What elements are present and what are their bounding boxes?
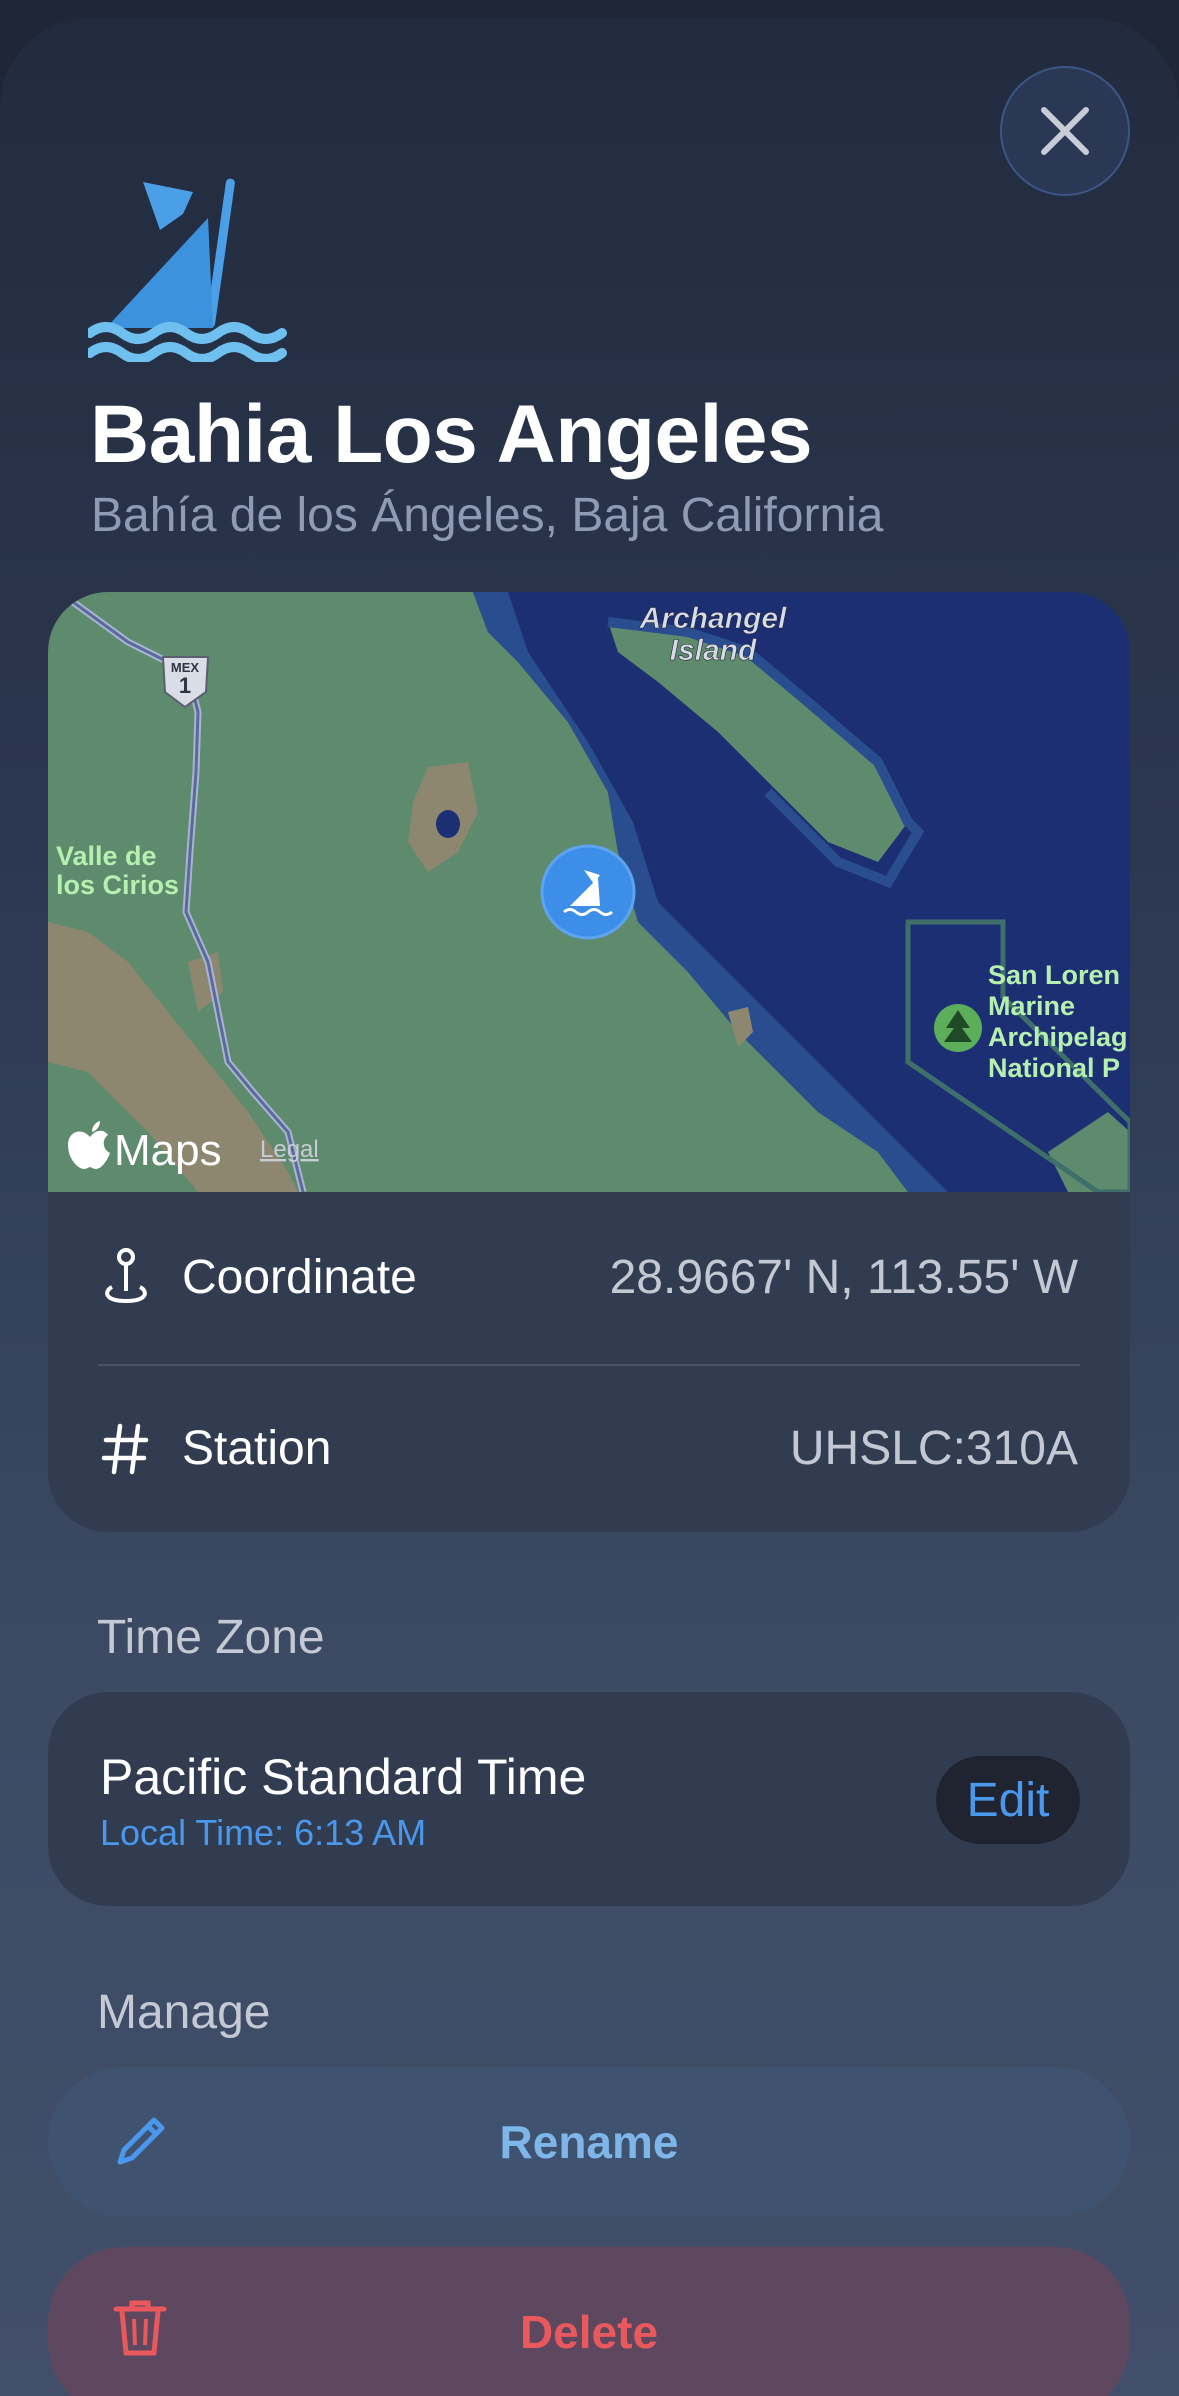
map-legal-link[interactable]: Legal — [260, 1136, 319, 1163]
station-info-card: MEX 1 Archangel Island Valle de los Ciri… — [48, 592, 1130, 1532]
coordinate-label: Coordinate — [182, 1250, 417, 1304]
station-row: Station UHSLC:310A — [48, 1363, 1130, 1532]
rename-label: Rename — [499, 2116, 679, 2168]
highway-shield-number: 1 — [179, 673, 191, 698]
delete-label: Delete — [519, 2306, 659, 2358]
pencil-icon — [117, 2117, 165, 2165]
coordinate-row: Coordinate 28.9667' N, 113.55' W — [48, 1192, 1130, 1362]
map-pin-icon — [98, 1247, 154, 1307]
trash-icon — [113, 2300, 167, 2356]
close-icon — [1041, 107, 1089, 155]
sailboat-buoy-icon — [88, 178, 287, 362]
coordinate-value: 28.9667' N, 113.55' W — [609, 1250, 1078, 1304]
close-button[interactable] — [1000, 66, 1130, 196]
map-label-island-line2: Island — [670, 634, 757, 667]
time-zone-card: Pacific Standard Time Local Time: 6:13 A… — [48, 1692, 1130, 1906]
map-label-valley-line2: los Cirios — [56, 870, 179, 900]
map-label-park-line4: National P — [988, 1053, 1120, 1083]
station-subtitle: Bahía de los Ángeles, Baja California — [91, 489, 884, 542]
map-label-park-line1: San Loren — [988, 960, 1120, 990]
map-label-park-line2: Marine — [988, 991, 1075, 1021]
station-title: Bahia Los Angeles — [90, 389, 813, 480]
station-label: Station — [182, 1421, 332, 1475]
park-tree-icon — [934, 1004, 982, 1052]
map-label-valley-line1: Valle de — [56, 841, 157, 871]
map-label-island-line1: Archangel — [639, 602, 787, 635]
map-label-park-line3: Archipelag — [988, 1022, 1128, 1052]
location-map[interactable]: MEX 1 Archangel Island Valle de los Ciri… — [48, 592, 1130, 1192]
hash-icon — [98, 1418, 154, 1478]
rename-button[interactable]: Rename — [48, 2067, 1130, 2217]
edit-time-zone-button[interactable]: Edit — [936, 1756, 1080, 1844]
station-map-pin[interactable] — [540, 844, 636, 940]
delete-button[interactable]: Delete — [48, 2247, 1130, 2396]
station-value: UHSLC:310A — [789, 1421, 1078, 1475]
manage-header: Manage — [97, 1986, 271, 2039]
local-time: Local Time: 6:13 AM — [100, 1812, 427, 1853]
maps-brand-label: Maps — [114, 1126, 222, 1175]
time-zone-name: Pacific Standard Time — [100, 1749, 587, 1805]
time-zone-header: Time Zone — [97, 1611, 325, 1664]
